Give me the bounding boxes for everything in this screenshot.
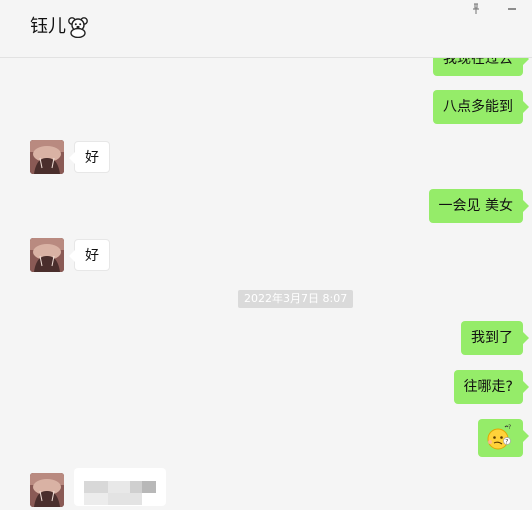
blur-block	[108, 493, 142, 505]
message-bubble-blurred[interactable]	[74, 468, 166, 506]
message-bubble-outgoing[interactable]: 一会见 美女	[428, 189, 530, 223]
message-bubble-outgoing[interactable]: 八点多能到	[433, 90, 529, 124]
message-timestamp: 2022年3月7日 8:07	[238, 290, 354, 308]
avatar[interactable]	[30, 238, 64, 272]
avatar-image	[30, 140, 64, 174]
minimize-icon[interactable]	[506, 3, 518, 15]
avatar-image	[30, 238, 64, 272]
message-bubble-outgoing[interactable]: 我现在过去	[433, 58, 529, 76]
teddy-bear-icon	[68, 17, 88, 38]
blur-block	[108, 481, 130, 493]
blur-block	[130, 481, 142, 493]
svg-text:?: ?	[508, 424, 511, 431]
blur-block	[84, 493, 108, 505]
svg-text:?: ?	[505, 439, 508, 446]
message-bubble-emoji[interactable]: ? ?	[478, 419, 529, 457]
message-bubble-outgoing[interactable]: 往哪走?	[453, 370, 530, 404]
blur-block	[84, 481, 108, 493]
avatar[interactable]	[30, 140, 64, 174]
chat-header: 钰儿	[0, 0, 532, 58]
message-bubble-outgoing[interactable]: 我到了	[461, 321, 529, 355]
avatar-image	[30, 473, 64, 507]
chat-title[interactable]: 钰儿	[30, 14, 66, 40]
avatar[interactable]	[30, 473, 64, 507]
message-list[interactable]: 我现在过去 八点多能到 好 一会见 美女 好 2022年3月7日 8:07 我到…	[0, 58, 532, 510]
pin-icon[interactable]	[470, 3, 482, 15]
message-bubble-incoming[interactable]: 好	[69, 239, 110, 271]
blur-block	[142, 481, 156, 493]
message-bubble-incoming[interactable]: 好	[69, 141, 110, 173]
confused-face-icon: ? ?	[487, 424, 511, 450]
